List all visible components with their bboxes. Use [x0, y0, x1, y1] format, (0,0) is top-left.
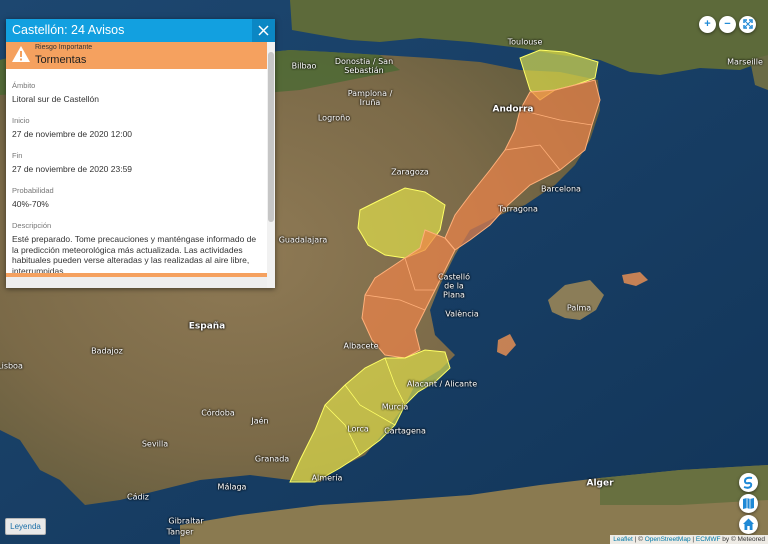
close-button[interactable] [252, 19, 275, 42]
panel-title: Castellón: 24 Avisos [6, 19, 254, 42]
field-label: Descripción [12, 221, 52, 230]
place-label: Cádiz [127, 492, 149, 502]
next-warning-peek [6, 273, 267, 288]
place-label: Guadalajara [278, 235, 328, 245]
close-icon [258, 25, 269, 36]
zoom-in-button[interactable]: + [699, 16, 716, 33]
place-label: Marseille [727, 57, 763, 67]
place-label: Logroño [317, 113, 351, 123]
place-label: Tarragona [498, 204, 538, 214]
place-label: Barcelona [541, 184, 581, 194]
map-button[interactable] [739, 494, 758, 513]
field-label: Probabilidad [12, 186, 54, 195]
place-label: Cartagena [384, 426, 426, 436]
legend-button[interactable]: Leyenda [5, 518, 46, 535]
place-label: Castelló de la Plana [437, 272, 471, 300]
home-button[interactable] [739, 515, 758, 534]
place-label: Sevilla [141, 439, 169, 449]
swirl-icon [743, 476, 753, 489]
place-label: Albacete [343, 341, 379, 351]
warning-panel: Castellón: 24 Avisos Riesgo Importante T… [6, 19, 275, 288]
field-label: Fin [12, 151, 23, 160]
layer-toggle-button[interactable] [739, 473, 758, 492]
place-label: Alger [586, 478, 614, 489]
field-inicio: Inicio 27 de noviembre de 2020 12:00 [6, 116, 267, 139]
meteored-credit: © Meteored [730, 536, 765, 543]
place-label: Bilbao [291, 61, 317, 71]
panel-scrollbar[interactable] [267, 42, 275, 288]
field-value: 40%-70% [12, 199, 49, 209]
warning-triangle-icon [12, 46, 30, 62]
place-label: España [188, 321, 226, 332]
field-label: Ámbito [12, 81, 36, 90]
field-value: 27 de noviembre de 2020 23:59 [12, 164, 133, 174]
fullscreen-icon [742, 19, 753, 29]
osm-link[interactable]: OpenStreetMap [645, 536, 691, 543]
place-label: Toulouse [507, 37, 543, 47]
field-label: Inicio [12, 116, 30, 125]
panel-body[interactable]: Riesgo Importante Tormentas Ámbito Litor… [6, 42, 267, 288]
place-label: Zaragoza [391, 167, 429, 177]
place-label: Málaga [217, 482, 247, 492]
map-attribution: Leaflet | © OpenStreetMap | ECMWF by © M… [610, 535, 768, 544]
place-label: Murcia [381, 402, 409, 412]
place-label: Córdoba [201, 408, 235, 418]
map-icon [743, 498, 754, 509]
place-label: Jaén [251, 416, 269, 426]
event-name: Tormentas [35, 54, 87, 66]
field-ambito: Ámbito Litoral sur de Castellón [6, 81, 267, 104]
place-label: Lorca [347, 424, 369, 434]
field-value: 27 de noviembre de 2020 12:00 [12, 129, 133, 139]
leaflet-link[interactable]: Leaflet [613, 536, 633, 543]
place-label: Tanger [166, 527, 194, 537]
place-label: Pamplona / Iruña [347, 89, 393, 107]
place-label: Badajoz [91, 346, 123, 356]
place-label: Andorra [492, 104, 534, 115]
place-label: Palma [566, 303, 592, 313]
field-fin: Fin 27 de noviembre de 2020 23:59 [6, 151, 267, 174]
field-probabilidad: Probabilidad 40%-70% [6, 186, 267, 209]
place-label: València [445, 309, 479, 319]
risk-banner: Riesgo Importante Tormentas [6, 42, 267, 69]
place-label: Gibraltar [168, 516, 204, 526]
fullscreen-button[interactable] [739, 16, 756, 33]
ecmwf-link[interactable]: ECMWF [696, 536, 721, 543]
place-label: Alacant / Alicante [406, 379, 478, 389]
description-text: Esté preparado. Tome precauciones y mant… [12, 234, 257, 276]
zoom-out-button[interactable]: − [719, 16, 736, 33]
field-descripcion: Descripción Esté preparado. Tome precauc… [6, 221, 267, 276]
place-label: Donostia / San Sebastián [334, 57, 394, 75]
home-icon [743, 518, 754, 530]
risk-level: Riesgo Importante [35, 44, 93, 51]
scrollbar-thumb[interactable] [268, 52, 274, 222]
field-value: Litoral sur de Castellón [12, 94, 99, 104]
place-label: Almería [311, 473, 343, 483]
place-label: Lisboa [0, 361, 23, 371]
place-label: Granada [254, 454, 290, 464]
